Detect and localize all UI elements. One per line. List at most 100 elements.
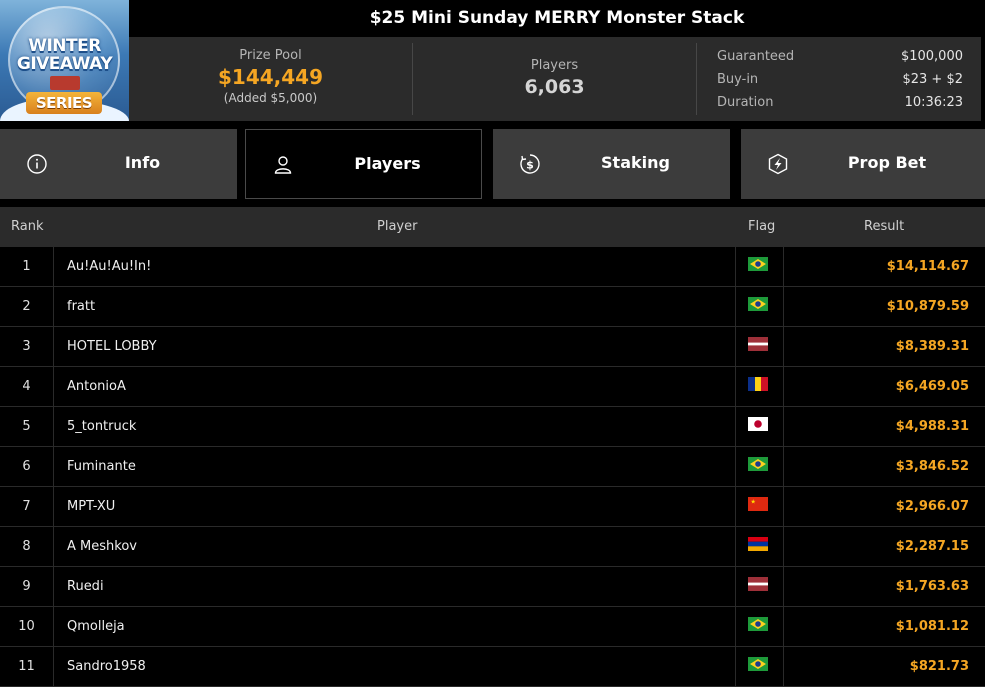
rank-cell: 5 <box>0 407 54 446</box>
logo-text-series: SERIES <box>26 92 102 114</box>
tab-info[interactable]: Info <box>0 129 237 199</box>
tab-label: Players <box>354 154 421 173</box>
result-amount: $2,966.07 <box>895 499 969 514</box>
rank-cell: 2 <box>0 287 54 326</box>
result-amount: $14,114.67 <box>886 259 969 274</box>
tab-label: Info <box>124 153 161 172</box>
player-name[interactable]: fratt <box>67 287 95 326</box>
detail-label: Buy-in <box>717 72 759 87</box>
column-header-result[interactable]: Result <box>864 219 904 234</box>
player-name[interactable]: Qmolleja <box>67 607 125 646</box>
result-amount: $821.73 <box>909 659 969 674</box>
rank-cell: 4 <box>0 367 54 406</box>
flag-cell <box>735 567 784 606</box>
table-row[interactable]: 3 HOTEL LOBBY $8,389.31 <box>0 327 985 367</box>
tab-label: Prop Bet <box>847 153 927 172</box>
column-header-player[interactable]: Player <box>377 219 417 234</box>
players-count-block: Players 6,063 <box>413 37 696 121</box>
table-row[interactable]: 9 Ruedi $1,763.63 <box>0 567 985 607</box>
result-amount: $1,763.63 <box>895 579 969 594</box>
flag-cell <box>735 527 784 566</box>
flag-cell <box>735 447 784 486</box>
rank-cell: 11 <box>0 647 54 686</box>
players-count-label: Players <box>530 58 579 73</box>
rank-cell: 10 <box>0 607 54 646</box>
detail-value: $100,000 <box>900 49 963 64</box>
player-name[interactable]: Sandro1958 <box>67 647 146 686</box>
tournament-stats-panel: Prize Pool $144,449 (Added $5,000) Playe… <box>129 37 981 121</box>
player-name[interactable]: Fuminante <box>67 447 136 486</box>
latvia-flag-icon <box>748 577 768 591</box>
detail-buy-in: Buy-in $23 + $2 <box>717 69 967 92</box>
result-amount: $10,879.59 <box>886 299 969 314</box>
results-table-header: Rank Player Flag Result <box>0 207 985 247</box>
result-amount: $4,988.31 <box>895 419 969 434</box>
japan-flag-icon <box>748 417 768 431</box>
player-name[interactable]: Ruedi <box>67 567 104 606</box>
rank-cell: 8 <box>0 527 54 566</box>
brazil-flag-icon <box>748 657 768 671</box>
table-row[interactable]: 7 MPT-XU ★ $2,966.07 <box>0 487 985 527</box>
table-row[interactable]: 1 Au!Au!Au!In! $14,114.67 <box>0 247 985 287</box>
rank-cell: 9 <box>0 567 54 606</box>
brazil-flag-icon <box>748 457 768 471</box>
table-row[interactable]: 8 A Meshkov $2,287.15 <box>0 527 985 567</box>
table-row[interactable]: 2 fratt $10,879.59 <box>0 287 985 327</box>
table-row[interactable]: 10 Qmolleja $1,081.12 <box>0 607 985 647</box>
rank-cell: 6 <box>0 447 54 486</box>
flag-cell <box>735 607 784 646</box>
house-graphic <box>50 76 80 90</box>
prize-pool-label: Prize Pool <box>239 48 302 63</box>
tab-staking[interactable]: $ Staking <box>493 129 730 199</box>
rank-cell: 7 <box>0 487 54 526</box>
result-amount: $1,081.12 <box>895 619 969 634</box>
brazil-flag-icon <box>748 297 768 311</box>
detail-value: 10:36:23 <box>904 95 963 110</box>
column-header-flag[interactable]: Flag <box>748 219 775 234</box>
player-name[interactable]: AntonioA <box>67 367 126 406</box>
flag-cell <box>735 647 784 686</box>
table-row[interactable]: 4 AntonioA $6,469.05 <box>0 367 985 407</box>
brazil-flag-icon <box>748 257 768 271</box>
player-name[interactable]: Au!Au!Au!In! <box>67 247 151 286</box>
brazil-flag-icon <box>748 617 768 631</box>
logo-text-winter: WINTER <box>28 36 101 56</box>
flag-cell: ★ <box>735 487 784 526</box>
armenia-flag-icon <box>748 537 768 551</box>
table-row[interactable]: 5 5_tontruck $4,988.31 <box>0 407 985 447</box>
flag-cell <box>735 327 784 366</box>
flag-cell <box>735 367 784 406</box>
prize-pool-added: (Added $5,000) <box>223 91 318 105</box>
tournament-title: $25 Mini Sunday MERRY Monster Stack <box>129 0 985 37</box>
tournament-details: Guaranteed $100,000 Buy-in $23 + $2 Dura… <box>717 37 967 121</box>
detail-guaranteed: Guaranteed $100,000 <box>717 46 967 69</box>
tab-prop-bet[interactable]: Prop Bet <box>741 129 985 199</box>
rank-cell: 3 <box>0 327 54 366</box>
player-name[interactable]: HOTEL LOBBY <box>67 327 157 366</box>
tab-players[interactable]: Players <box>245 129 482 199</box>
result-amount: $3,846.52 <box>895 459 969 474</box>
column-header-rank[interactable]: Rank <box>11 219 43 234</box>
results-table-body: 1 Au!Au!Au!In! $14,114.67 2 fratt $10,879.59 3… <box>0 247 985 687</box>
winter-giveaway-series-logo: WINTER GIVEAWAY SERIES <box>0 0 129 121</box>
prize-pool-block: Prize Pool $144,449 (Added $5,000) <box>129 37 412 121</box>
player-name[interactable]: A Meshkov <box>67 527 137 566</box>
result-amount: $2,287.15 <box>895 539 969 554</box>
flag-cell <box>735 247 784 286</box>
detail-value: $23 + $2 <box>902 72 963 87</box>
player-name[interactable]: MPT-XU <box>67 487 115 526</box>
stats-divider <box>696 43 697 115</box>
romania-flag-icon <box>748 377 768 391</box>
table-row[interactable]: 6 Fuminante $3,846.52 <box>0 447 985 487</box>
logo-text-giveaway: GIVEAWAY <box>16 54 113 74</box>
flag-cell <box>735 407 784 446</box>
table-row[interactable]: 11 Sandro1958 $821.73 <box>0 647 985 687</box>
players-count-value: 6,063 <box>524 76 585 98</box>
player-name[interactable]: 5_tontruck <box>67 407 136 446</box>
latvia-flag-icon <box>748 337 768 351</box>
tab-label: Staking <box>601 153 670 172</box>
flag-cell <box>735 287 784 326</box>
detail-label: Guaranteed <box>717 49 795 64</box>
result-amount: $8,389.31 <box>895 339 969 354</box>
prize-pool-value: $144,449 <box>217 65 323 89</box>
